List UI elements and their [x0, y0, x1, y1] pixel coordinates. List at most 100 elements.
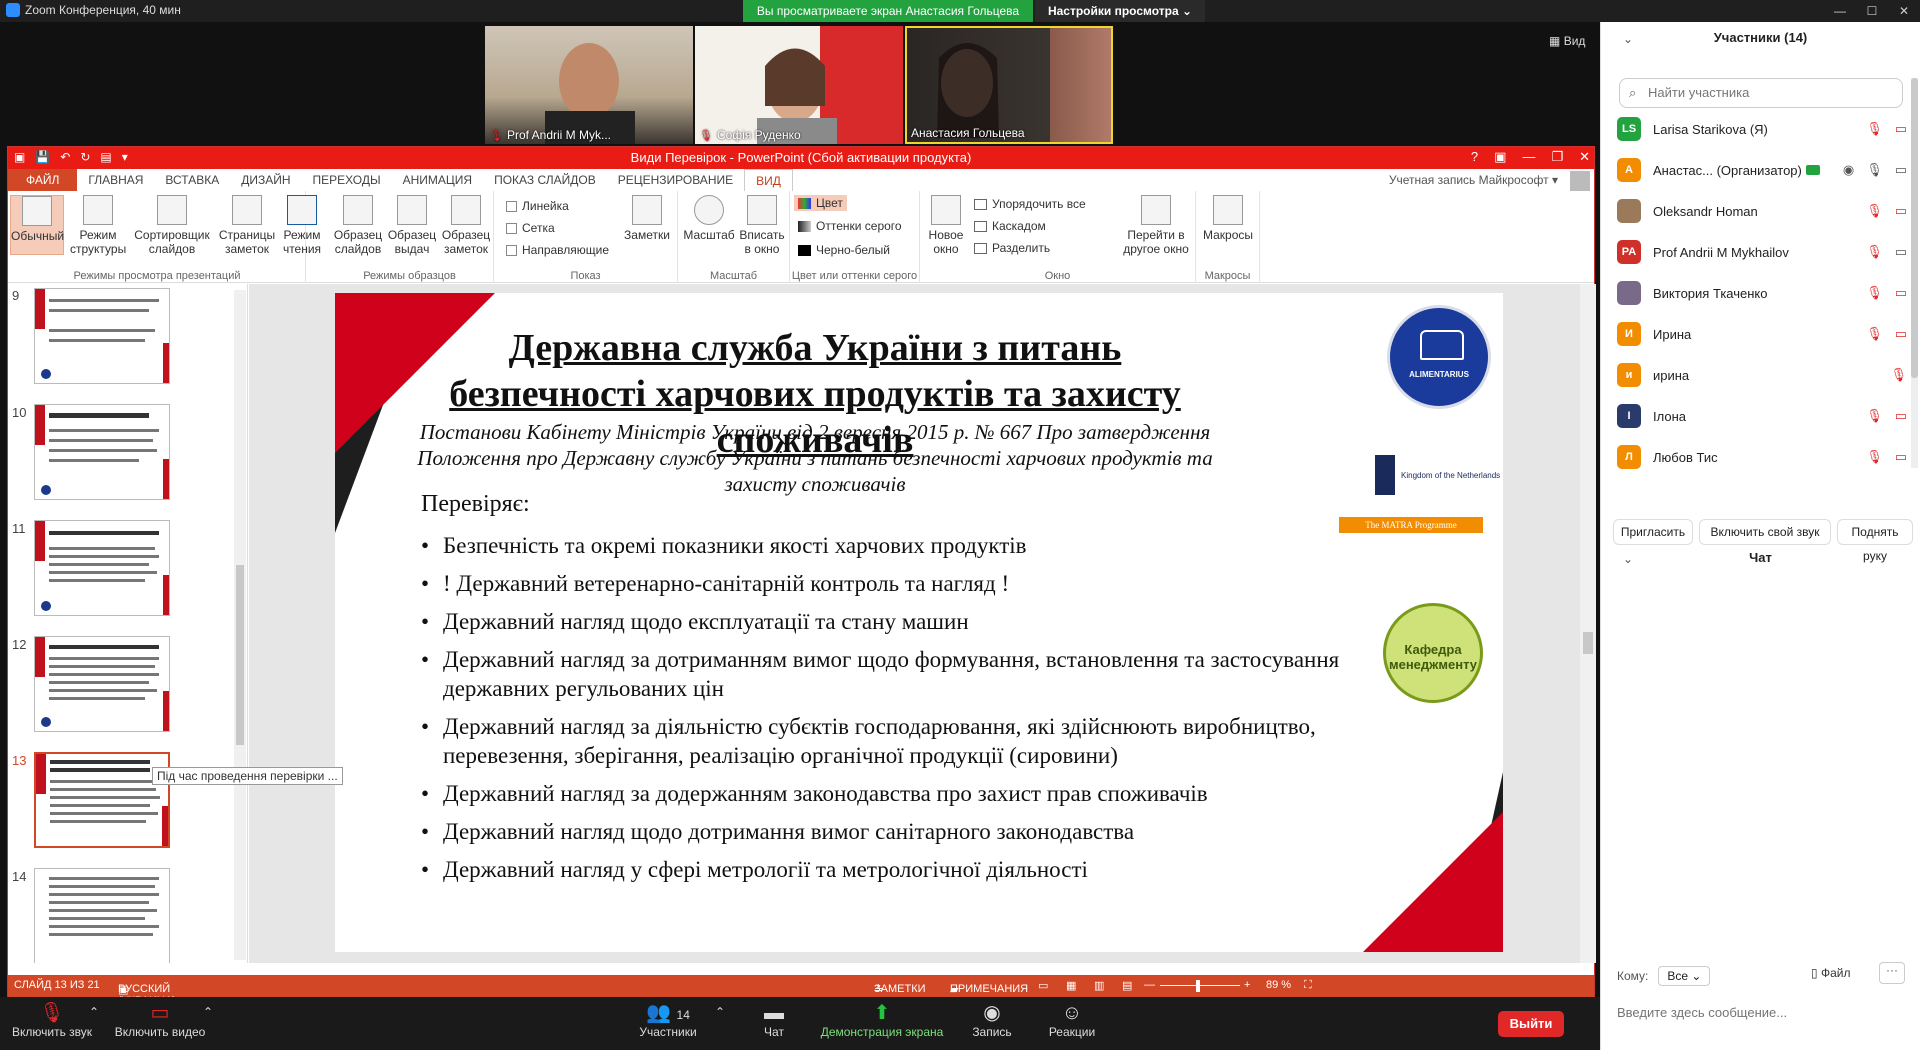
video-tile[interactable]: 🎙 Prof Andrii M Myk... — [485, 26, 693, 144]
slide-thumbnail[interactable] — [34, 636, 170, 732]
view-button[interactable]: ▦ Вид — [1549, 34, 1585, 48]
participant-row[interactable]: Виктория Ткаченко 🎙 ▭ — [1617, 276, 1907, 310]
maximize-icon[interactable]: ☐ — [1856, 0, 1888, 22]
new-window-button[interactable]: Новое окно — [924, 195, 968, 256]
chat-button[interactable]: ▬ Чат — [752, 1001, 796, 1039]
cascade-button[interactable]: Каскадом — [974, 219, 1046, 233]
minimize-icon[interactable]: — — [1824, 0, 1856, 22]
slideshow-status-icon[interactable]: ▤ — [1122, 979, 1132, 992]
record-button[interactable]: ◉ Запись — [966, 1001, 1018, 1039]
slide-sorter-button[interactable]: Сортировщик слайдов — [130, 195, 214, 256]
zoom-percent[interactable]: 89 % — [1266, 979, 1291, 991]
mic-off-icon[interactable]: 🎙 — [1866, 326, 1883, 342]
scrollbar-thumb[interactable] — [1583, 632, 1593, 654]
reading-view-status-icon[interactable]: ▥ — [1094, 979, 1104, 992]
tab-design[interactable]: ДИЗАЙН — [230, 169, 301, 191]
participant-row[interactable]: Oleksandr Homan 🎙 ▭ — [1617, 194, 1907, 228]
participant-search-input[interactable]: ⌕ Найти участника — [1619, 78, 1903, 108]
video-on-icon[interactable]: ▭ — [1895, 244, 1907, 260]
zoom-button[interactable]: Масштаб — [682, 195, 736, 242]
leave-button[interactable]: Выйти — [1498, 1011, 1564, 1037]
handout-master-button[interactable]: Образец выдач — [386, 195, 438, 256]
help-icon[interactable]: ? — [1471, 149, 1478, 165]
split-button[interactable]: Разделить — [974, 241, 1050, 255]
view-settings-button[interactable]: Настройки просмотра ⌄ — [1035, 0, 1205, 22]
grayscale-button[interactable]: Оттенки серого — [798, 219, 902, 233]
outline-view-button[interactable]: Режим структуры — [70, 195, 126, 256]
slide-thumbnail[interactable] — [34, 404, 170, 500]
audio-button[interactable]: 🎙 Включить звук — [10, 1001, 94, 1039]
black-white-button[interactable]: Черно-белый — [798, 243, 890, 257]
slide-scrollbar[interactable] — [1580, 284, 1596, 963]
video-off-icon[interactable]: ▭ — [1895, 285, 1907, 301]
slide-thumbnail-selected[interactable] — [34, 752, 170, 848]
current-slide[interactable]: Державна служба України з питань безпечн… — [335, 293, 1503, 952]
tab-animations[interactable]: АНИМАЦИЯ — [392, 169, 483, 191]
chat-recipient-select[interactable]: Все ⌄ — [1658, 966, 1711, 986]
mic-off-icon[interactable]: 🎙 — [1890, 367, 1907, 383]
close-icon[interactable]: ✕ — [1888, 0, 1920, 22]
mic-on-icon[interactable]: 🎙 — [1866, 162, 1883, 178]
video-on-icon[interactable]: ▭ — [1895, 162, 1907, 178]
fit-slide-icon[interactable]: ⛶ — [1304, 979, 1312, 992]
ribbon-display-icon[interactable]: ▣ — [1494, 149, 1506, 165]
video-off-icon[interactable]: ▭ — [1895, 408, 1907, 424]
video-options-chevron-icon[interactable]: ⌃ — [200, 1005, 216, 1019]
slide-thumbnails-pane[interactable]: 9 10 11 12 13 14 — [8, 284, 248, 963]
tab-view[interactable]: ВИД — [744, 168, 793, 192]
participant-row[interactable]: И Ирина 🎙 ▭ — [1617, 317, 1907, 351]
notes-page-button[interactable]: Страницы заметок — [218, 195, 276, 256]
participants-button[interactable]: 👥 14 Участники — [634, 1001, 702, 1039]
slide-thumbnail[interactable] — [34, 520, 170, 616]
participants-chevron-icon[interactable]: ⌃ — [712, 1005, 728, 1019]
participant-row[interactable]: A Анастас... (Организатор) ◉ 🎙 ▭ — [1617, 153, 1907, 187]
notes-master-button[interactable]: Образец заметок — [440, 195, 492, 256]
zoom-in-icon[interactable]: + — [1244, 979, 1250, 991]
participant-row[interactable]: и ирина 🎙 — [1617, 358, 1907, 392]
ruler-checkbox[interactable]: Линейка — [506, 199, 569, 213]
raise-hand-button[interactable]: Поднять руку — [1837, 519, 1913, 563]
notes-button[interactable]: Заметки — [622, 195, 672, 242]
zoom-slider-handle[interactable] — [1196, 980, 1200, 992]
guides-checkbox[interactable]: Направляющие — [506, 243, 609, 257]
participant-row[interactable]: LS Larisa Starikova (Я) 🎙 ▭ — [1617, 112, 1907, 146]
unmute-self-button[interactable]: Включить свой звук — [1699, 519, 1831, 545]
tab-review[interactable]: РЕЦЕНЗИРОВАНИЕ — [607, 169, 744, 191]
arrange-all-button[interactable]: Упорядочить все — [974, 197, 1086, 211]
video-off-icon[interactable]: ▭ — [1895, 203, 1907, 219]
slide-master-button[interactable]: Образец слайдов — [332, 195, 384, 256]
participant-row[interactable]: PA Prof Andrii M Mykhailov 🎙 ▭ — [1617, 235, 1907, 269]
tab-file[interactable]: ФАЙЛ — [8, 169, 78, 191]
chat-file-button[interactable]: ▯ Файл — [1811, 966, 1850, 980]
normal-view-status-icon[interactable]: ▭ — [1038, 979, 1048, 992]
invite-button[interactable]: Пригласить — [1613, 519, 1693, 545]
close-icon[interactable]: ✕ — [1579, 149, 1590, 165]
mic-off-icon[interactable]: 🎙 — [1866, 121, 1883, 137]
grid-checkbox[interactable]: Сетка — [506, 221, 555, 235]
zoom-slider[interactable] — [1160, 985, 1240, 986]
video-off-icon[interactable]: ▭ — [1895, 326, 1907, 342]
participant-row[interactable]: I Ілона 🎙 ▭ — [1617, 399, 1907, 433]
account-name[interactable]: Учетная запись Майкрософт ▾ — [1389, 169, 1558, 191]
mic-off-icon[interactable]: 🎙 — [1866, 285, 1883, 301]
chat-more-icon[interactable]: ··· — [1879, 962, 1905, 984]
mic-off-icon[interactable]: 🎙 — [1866, 244, 1883, 260]
scrollbar-thumb[interactable] — [1911, 78, 1918, 378]
restore-icon[interactable]: ❐ — [1551, 149, 1563, 165]
switch-window-button[interactable]: Перейти в другое окно — [1116, 195, 1196, 256]
participant-row[interactable]: Л Любов Тис 🎙 ▭ — [1617, 440, 1907, 474]
tab-transitions[interactable]: ПЕРЕХОДЫ — [302, 169, 392, 191]
chat-message-input[interactable] — [1617, 992, 1907, 1032]
macros-button[interactable]: Макросы — [1200, 195, 1256, 242]
video-off-icon[interactable]: ▭ — [1895, 449, 1907, 465]
normal-view-button[interactable]: Обычный — [10, 195, 64, 255]
participants-scrollbar[interactable] — [1911, 78, 1918, 468]
tab-insert[interactable]: ВСТАВКА — [154, 169, 230, 191]
reactions-button[interactable]: ☺ Реакции — [1040, 1001, 1104, 1039]
reading-view-button[interactable]: Режим чтения — [278, 195, 326, 256]
tab-slideshow[interactable]: ПОКАЗ СЛАЙДОВ — [483, 169, 607, 191]
slide-thumbnail[interactable] — [34, 288, 170, 384]
mic-off-icon[interactable]: 🎙 — [1866, 203, 1883, 219]
share-screen-button[interactable]: ⬆ Демонстрация экрана — [816, 1001, 948, 1039]
zoom-out-icon[interactable]: — — [1144, 979, 1155, 991]
